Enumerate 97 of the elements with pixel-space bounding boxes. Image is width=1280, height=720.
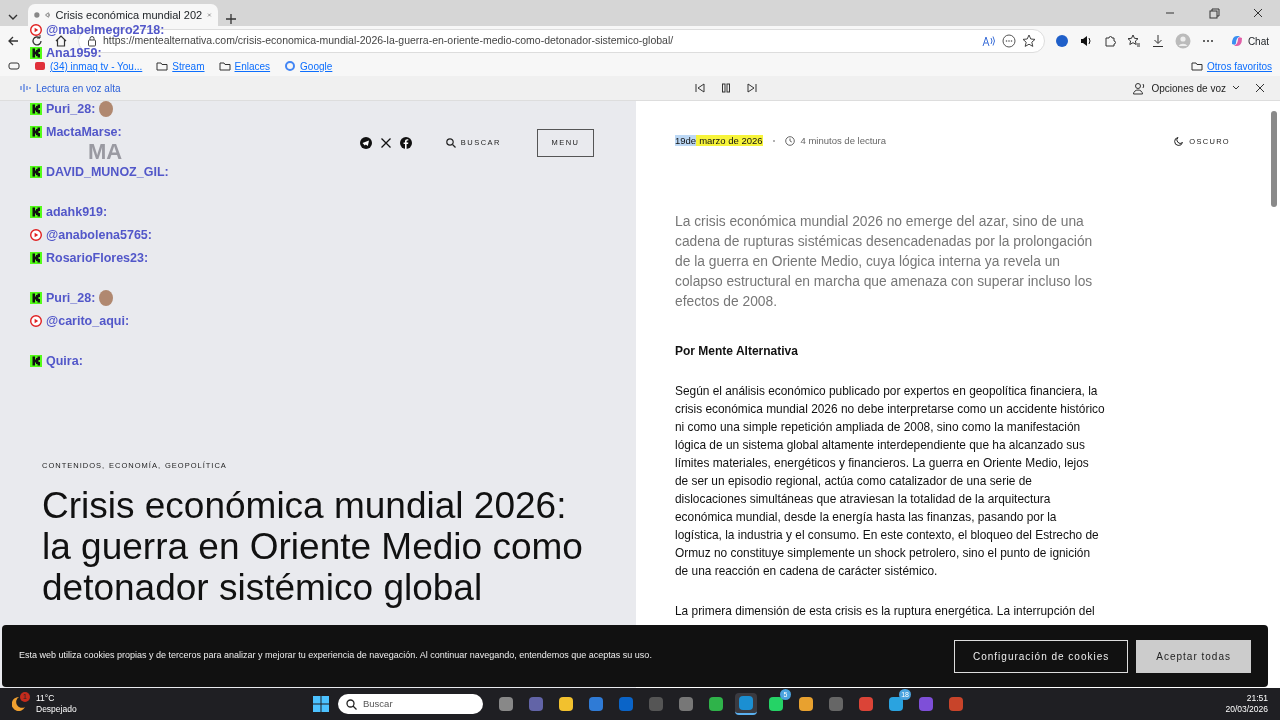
kick-logo-icon bbox=[30, 355, 42, 367]
favorites-icon[interactable] bbox=[1126, 34, 1141, 48]
kick-logo-icon bbox=[30, 47, 42, 59]
app-icon bbox=[948, 696, 964, 712]
clock-date: 20/03/2026 bbox=[1225, 704, 1268, 715]
app-icon bbox=[648, 696, 664, 712]
app-icon bbox=[678, 696, 694, 712]
previous-icon[interactable] bbox=[694, 82, 706, 94]
folder-icon bbox=[1190, 60, 1203, 72]
folder-icon bbox=[156, 60, 169, 72]
youtube-logo-icon bbox=[30, 315, 42, 327]
close-icon[interactable] bbox=[1254, 82, 1266, 94]
article-date: 19de marzo de 2026 bbox=[675, 134, 763, 148]
app-icon bbox=[828, 696, 844, 712]
new-tab-icon[interactable] bbox=[224, 12, 238, 26]
bookmark-link[interactable]: Enlaces bbox=[218, 58, 271, 74]
chat-username: @carito_aqui: bbox=[46, 312, 130, 330]
back-icon[interactable] bbox=[6, 34, 20, 48]
copilot-icon bbox=[1229, 34, 1244, 48]
more-options-icon[interactable] bbox=[1001, 34, 1016, 48]
app-icon bbox=[858, 696, 874, 712]
taskbar-app[interactable] bbox=[735, 693, 757, 715]
star-icon[interactable] bbox=[1021, 34, 1036, 48]
folder-icon bbox=[218, 60, 231, 72]
sidebar-icon[interactable] bbox=[8, 61, 20, 71]
accept-all-button[interactable]: Aceptar todas bbox=[1136, 639, 1251, 673]
kick-logo-icon bbox=[30, 166, 42, 178]
cookie-settings-button[interactable]: Configuración de cookies bbox=[954, 639, 1129, 673]
kick-logo-icon bbox=[30, 206, 42, 218]
restore-icon[interactable] bbox=[1207, 7, 1221, 19]
chat-username: adahk919: bbox=[46, 203, 108, 221]
video-icon bbox=[34, 60, 46, 72]
read-aloud-icon[interactable] bbox=[981, 35, 996, 47]
voice-options-button[interactable]: Opciones de voz bbox=[1131, 80, 1240, 96]
chat-button[interactable]: Chat bbox=[1224, 28, 1274, 54]
app-icon bbox=[888, 696, 904, 712]
cookie-text: Esta web utiliza cookies propias y de terceros para analizar y mejorar tu experiencia de navegación. Al continuar navegando, entendemos que aceptas su uso. bbox=[19, 649, 652, 663]
youtube-logo-icon bbox=[30, 229, 42, 241]
extension-badge-icon[interactable] bbox=[1054, 34, 1069, 48]
chat-username: MactaMarse: bbox=[46, 123, 122, 141]
pause-icon[interactable] bbox=[720, 82, 732, 94]
next-icon[interactable] bbox=[746, 82, 758, 94]
app-icon bbox=[798, 696, 814, 712]
close-icon[interactable] bbox=[1251, 7, 1265, 19]
refresh-icon[interactable] bbox=[30, 34, 44, 48]
audio-wave-icon bbox=[20, 83, 32, 93]
taskbar-search-field[interactable]: Buscar bbox=[338, 694, 483, 714]
chat-username: @anabolena5765: bbox=[46, 226, 152, 244]
download-icon[interactable] bbox=[1150, 34, 1165, 48]
google-g-icon bbox=[284, 60, 297, 72]
app-icon bbox=[708, 696, 724, 712]
chat-username: DAVID_MUNOZ_GIL: bbox=[46, 163, 169, 181]
chat-username: Puri_28: bbox=[46, 100, 96, 118]
body-paragraph: Según el análisis económico publicado por expertos en geopolítica financiera, la crisis económica mundial 2026 no debe interpretarse como un accidente histórico ni como una simple repetición ampliada de 2008, sino como la manifestación lógica de un sistema global altamente interdependiente que ha alcanzado sus límites materiales, energéticos y financieros. La guerra en Oriente Medio, lejos de ser un episodio regional, actúa como catalizador de una serie de dislocaciones simultáneas que atraviesan la totalidad de la arquitectura económica mundial, desde la energía hasta las finanzas, pasando por la logística, la industria y el consumo. En este contexto, el bloqueo del Estrecho de Ormuz no constituye simplemente un shock petrolero, sino el punto de ignición de una reacción en cadena de carácter sistémico. bbox=[675, 383, 1105, 581]
search-icon bbox=[346, 698, 357, 710]
article-title: Crisis económica mundial 2026: la guerra en Oriente Medio como detonador sistémico global bbox=[42, 485, 584, 608]
body-paragraph: La primera dimensión de esta crisis es la ruptura energética. La interrupción del bbox=[675, 603, 1096, 621]
app-icon bbox=[558, 696, 574, 712]
reading-time: 4 minutos de lectura bbox=[800, 134, 887, 148]
search-icon bbox=[445, 138, 456, 148]
kick-logo-icon bbox=[30, 252, 42, 264]
clock-time: 21:51 bbox=[1245, 693, 1268, 704]
bookmark-folder[interactable]: Otros favoritos bbox=[1190, 58, 1272, 74]
x-logo-icon[interactable] bbox=[379, 137, 392, 149]
chat-username: Quira: bbox=[46, 352, 83, 370]
weather-condition: Despejado bbox=[36, 704, 77, 715]
chat-username: RosarioFlores23: bbox=[46, 249, 149, 267]
site-favicon bbox=[34, 9, 40, 21]
speaker-icon[interactable] bbox=[1078, 34, 1093, 48]
chat-username: Puri_28: bbox=[46, 289, 96, 307]
scrollbar-thumb[interactable] bbox=[1271, 111, 1277, 207]
kick-logo-icon bbox=[30, 126, 42, 138]
bookmark-link[interactable]: Stream bbox=[156, 58, 205, 74]
app-icon bbox=[918, 696, 934, 712]
chevron-down-icon bbox=[1232, 85, 1240, 91]
app-icon bbox=[618, 696, 634, 712]
kick-logo-icon bbox=[30, 103, 42, 115]
app-icon bbox=[738, 695, 754, 711]
telegram-icon[interactable] bbox=[359, 137, 372, 149]
temperature-text: 11°C bbox=[36, 693, 56, 704]
moon-icon bbox=[1174, 136, 1185, 147]
facebook-icon[interactable] bbox=[399, 137, 412, 149]
clock-icon bbox=[784, 136, 795, 147]
bookmark-link[interactable]: Google bbox=[284, 58, 333, 74]
app-icon bbox=[498, 696, 514, 712]
search-placeholder: Buscar bbox=[363, 696, 393, 711]
read-aloud-label: Lectura en voz alta bbox=[36, 81, 121, 96]
windows-start-icon[interactable] bbox=[312, 695, 330, 713]
author-byline: Por Mente Alternativa bbox=[675, 343, 799, 361]
app-icon bbox=[528, 696, 544, 712]
app-icon bbox=[768, 696, 784, 712]
voice-person-icon bbox=[1131, 81, 1146, 95]
lock-icon bbox=[87, 35, 97, 47]
app-icon bbox=[588, 696, 604, 712]
tab-title: Crisis económica mundial 202 bbox=[55, 7, 203, 23]
kick-logo-icon bbox=[30, 292, 42, 304]
lead-paragraph: La crisis económica mundial 2026 no emerge del azar, sino de una cadena de rupturas sistémicas desencadenadas por la prolongación de la guerra en Oriente Medio, cuya lógica interna ya revela un colapso estructural en marcha que amenaza con superar incluso los efectos de 2008. bbox=[675, 213, 1094, 312]
